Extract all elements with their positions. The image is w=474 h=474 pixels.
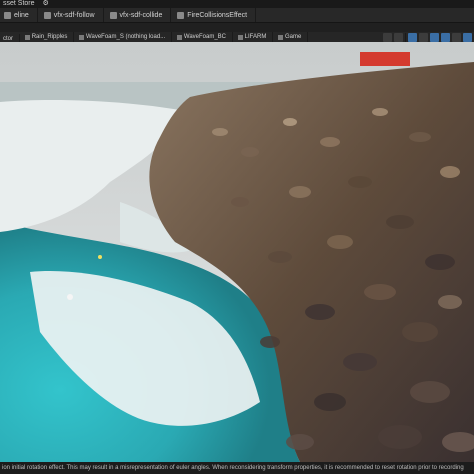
vfx-icon	[109, 11, 117, 19]
audio-toggle-icon[interactable]	[419, 33, 428, 42]
gamepad-icon	[278, 34, 284, 40]
gizmo-icon[interactable]	[383, 33, 392, 42]
effects-toggle-icon[interactable]	[430, 33, 439, 42]
status-message: ion initial rotation effect. This may re…	[2, 465, 464, 471]
camera-settings-icon[interactable]	[452, 33, 461, 42]
tab-wavefoam-bc[interactable]: WaveFoam_BC	[174, 32, 233, 42]
light-gizmo-icon[interactable]	[98, 255, 102, 259]
tab-vfx-sdf-follow[interactable]: vfx-sdf-follow	[40, 8, 104, 22]
vfx-icon	[177, 11, 185, 19]
tab-lifarm[interactable]: LIFARM	[235, 32, 274, 42]
tab-fire-collisions-effect[interactable]: FireCollisionsEffect	[173, 8, 257, 22]
tab-eline[interactable]: eline	[0, 8, 38, 22]
toolbar-gap	[0, 23, 474, 32]
tab-inspector[interactable]: ctor	[0, 33, 21, 42]
asset-store-tab[interactable]: sset Store	[0, 0, 38, 8]
effect-tabs-row: eline vfx-sdf-follow vfx-sdf-collide Fir…	[0, 8, 474, 23]
graph-icon	[4, 11, 11, 19]
tab-wavefoam-s[interactable]: WaveFoam_S (nothing load...	[76, 32, 173, 42]
scene-icon	[237, 34, 243, 40]
tab-vfx-sdf-collide[interactable]: vfx-sdf-collide	[106, 8, 172, 22]
beach-scene-render	[0, 42, 474, 462]
tab-game[interactable]: Game	[275, 32, 309, 42]
vfx-icon	[79, 34, 85, 40]
pivot-icon[interactable]	[394, 33, 403, 42]
scene-view-toolbar	[383, 33, 472, 42]
status-bar: ion initial rotation effect. This may re…	[0, 462, 474, 474]
scene-viewport[interactable]	[0, 42, 474, 462]
lighting-toggle-icon[interactable]	[408, 33, 417, 42]
audio-gizmo-icon[interactable]	[67, 294, 73, 300]
unity-editor-window: sset Store ⚙ eline vfx-sdf-follow vfx-sd…	[0, 0, 474, 474]
scene-visibility-icon[interactable]	[441, 33, 450, 42]
red-marker-object[interactable]	[360, 52, 410, 66]
toolbar-separator	[405, 33, 406, 42]
tab-rain-ripples[interactable]: Rain_Ripples	[22, 32, 75, 42]
top-menu-strip: sset Store ⚙	[0, 0, 474, 8]
gear-icon[interactable]: ⚙	[39, 0, 51, 8]
vfx-icon	[43, 11, 51, 19]
vfx-icon	[176, 34, 182, 40]
gizmos-toggle-icon[interactable]	[463, 33, 472, 42]
vfx-icon	[24, 34, 30, 40]
